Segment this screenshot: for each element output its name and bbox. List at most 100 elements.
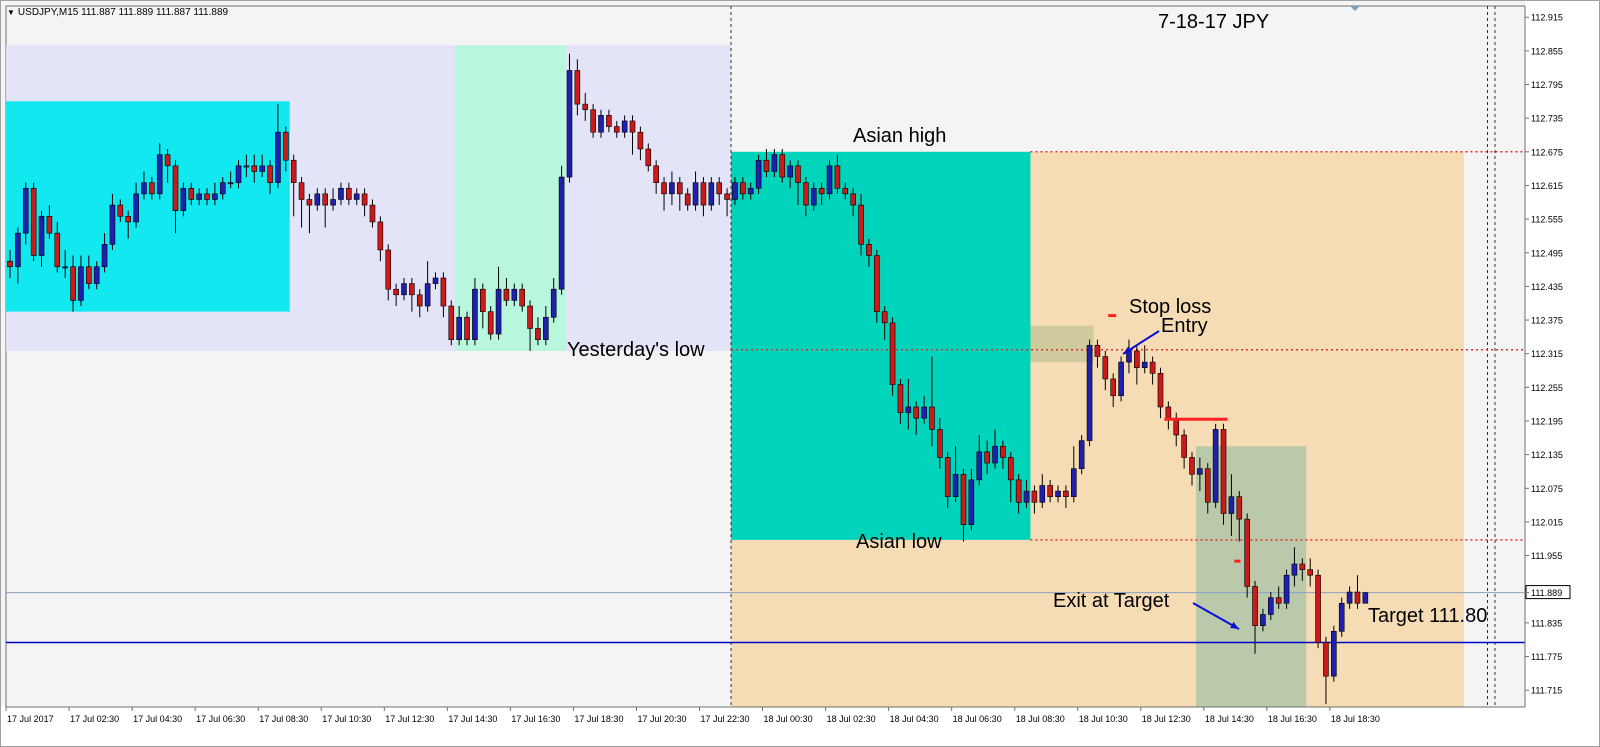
candle-body [235,165,242,183]
price-tick-label: 111.835 [1531,618,1562,628]
candle-body [1362,592,1369,604]
candle-body [1228,496,1235,514]
candle-body [511,288,518,301]
candle-body [992,445,998,464]
candle-body [676,182,683,195]
time-tick-label: 18 Jul 02:30 [827,714,876,724]
entry-label: Entry [1161,315,1208,337]
dropdown-triangle-icon[interactable]: ▼ [7,8,15,17]
candle-body [1244,518,1250,587]
zone-previous-london [455,45,566,351]
candle-body [330,199,336,206]
time-tick-label: 18 Jul 00:30 [764,714,813,724]
price-tick-label: 112.135 [1531,450,1563,460]
time-tick-label: 17 Jul 02:30 [70,714,119,724]
candle-body [1268,597,1274,615]
candle-body [188,187,195,200]
exit-at-target-label: Exit at Target [1053,590,1170,612]
time-tick-label: 17 Jul 08:30 [259,714,308,724]
candle-body [810,187,817,206]
candle-body [700,182,707,206]
time-tick-label: 18 Jul 10:30 [1079,714,1128,724]
candle-body [156,154,163,195]
candle-body [826,165,833,195]
candle-body [314,193,321,206]
price-tick-label: 111.775 [1531,652,1562,662]
candle-body [921,406,927,419]
candle-body [881,311,888,324]
candle-body [196,193,202,200]
time-tick-label: 17 Jul 04:30 [133,714,182,724]
candle-body [1323,642,1329,677]
candle-body [763,159,770,172]
candle-body [1346,591,1353,604]
candle-body [984,451,990,464]
time-tick-label: 18 Jul 16:30 [1268,714,1317,724]
candle-body [1039,485,1046,503]
candle-body [440,277,447,307]
candle-body [889,322,896,385]
candle-body [669,182,675,195]
candle-body [487,311,494,335]
price-tick-label: 112.555 [1531,215,1563,225]
candle-body [582,103,589,111]
candle-body [322,193,329,206]
candle-body [747,187,754,195]
candle-body [645,148,652,167]
candle-body [818,187,825,195]
price-tick-label: 112.855 [1531,46,1563,56]
candle-body [629,120,636,133]
price-tick-label: 111.889 [1531,588,1562,598]
candle-body [1220,429,1227,514]
candle-body [1110,378,1116,397]
time-tick-label: 18 Jul 08:30 [1016,714,1065,724]
target-label: Target 111.80 [1368,605,1487,627]
candle-body [968,479,975,526]
candle-body [93,266,100,284]
chart-plot[interactable]: 112.915 112.855 112.795 112.735 112.675 112.6… [1,1,1599,746]
zone-previous-asian [6,101,290,312]
candle-body [346,187,352,200]
time-tick-label: 17 Jul 2017 [7,714,54,724]
candle-body [1189,457,1195,475]
candle-body [590,109,596,133]
candle-body [613,126,620,133]
price-tick-label: 112.075 [1531,484,1563,494]
price-tick-label: 112.915 [1531,13,1563,23]
price-tick-label: 112.195 [1531,416,1563,426]
candle-body [448,305,455,340]
candle-body [1055,490,1061,498]
chart-window[interactable]: 112.915 112.855 112.795 112.735 112.675 112.6… [0,0,1600,747]
candle-body [716,182,723,195]
price-tick-label: 112.495 [1531,248,1563,258]
candle-body [1047,485,1053,498]
time-tick-label: 18 Jul 06:30 [953,714,1002,724]
candle-body [275,131,281,183]
candle-body [1102,356,1109,380]
candle-body [219,182,226,195]
time-tick-label: 18 Jul 04:30 [890,714,939,724]
candle-body [1331,630,1337,677]
candle-body [361,193,368,206]
candle-body [1015,479,1022,503]
candle-body [550,288,557,318]
candle-body [204,193,210,200]
candle-body [30,187,37,256]
candle-body [495,288,502,335]
candle-body [1204,468,1211,503]
candle-body [803,182,809,206]
candle-body [1307,569,1313,576]
candle-body [929,406,935,430]
candle-body [1354,591,1361,604]
candle-body [1007,457,1014,481]
candle-body [558,176,565,290]
candle-body [535,328,541,340]
candle-body [479,288,486,312]
candle-body [1275,597,1282,604]
candle-body [78,266,84,301]
price-tick-label: 112.255 [1531,383,1563,393]
candle-body [1031,490,1038,503]
price-tick-label: 112.435 [1531,282,1563,292]
candle-body [1252,586,1258,626]
price-tick-label: 111.955 [1531,551,1562,561]
